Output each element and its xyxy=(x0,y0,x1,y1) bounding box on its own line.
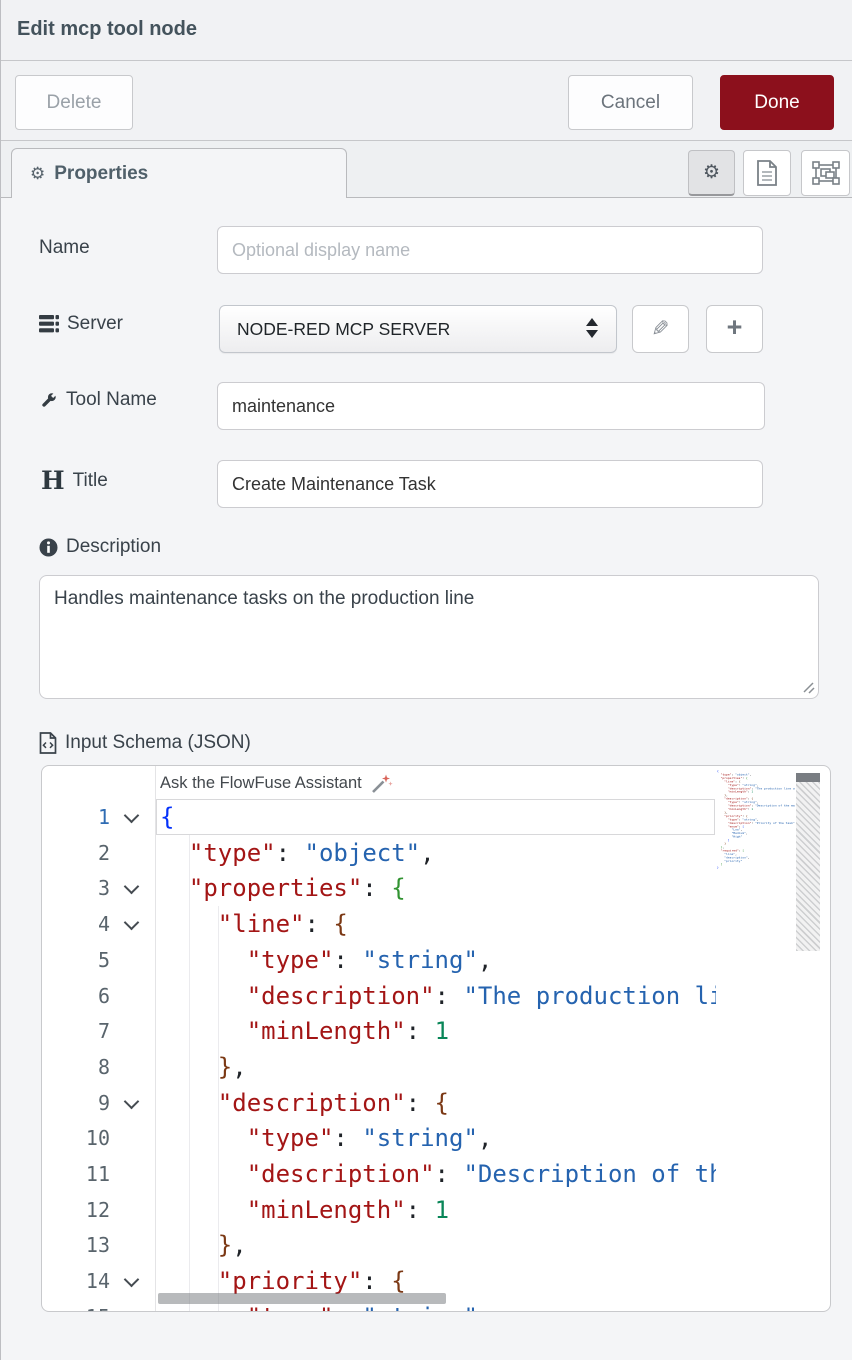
editor-line[interactable]: 3 "properties": { xyxy=(42,870,830,906)
code-text: "line": { xyxy=(160,908,716,940)
line-number: 8 xyxy=(42,1055,110,1079)
overview-ruler-marker xyxy=(796,773,820,782)
code-text: { xyxy=(160,801,716,833)
delete-button[interactable]: Delete xyxy=(15,75,133,130)
server-label: Server xyxy=(39,313,123,335)
code-text: "minLength": 1 xyxy=(160,1015,716,1047)
editor-line[interactable]: 7 "minLength": 1 xyxy=(42,1013,830,1049)
schema-code-editor[interactable]: Ask the FlowFuse Assistant 1 { 2 "type":… xyxy=(41,765,831,1312)
code-text: }, xyxy=(160,1051,716,1083)
editor-horizontal-scrollbar[interactable] xyxy=(158,1293,446,1304)
fold-chevron-icon[interactable] xyxy=(124,808,140,824)
description-textarea[interactable]: Handles maintenance tasks on the product… xyxy=(39,575,819,699)
code-text: "description": { xyxy=(160,1087,716,1119)
line-number: 1 xyxy=(42,805,110,829)
code-text: "type": "string", xyxy=(160,944,716,976)
editor-line[interactable]: 5 "type": "string", xyxy=(42,942,830,978)
line-number: 11 xyxy=(42,1162,110,1186)
code-text: "properties": { xyxy=(160,872,716,904)
line-number: 6 xyxy=(42,984,110,1008)
edit-node-dialog: Edit mcp tool node Delete Cancel Done ⚙ … xyxy=(0,0,852,1360)
heading-h-icon: H xyxy=(41,466,65,495)
editor-line[interactable]: 9 "description": { xyxy=(42,1085,830,1121)
title-label: H Title xyxy=(41,466,108,495)
dialog-header: Edit mcp tool node xyxy=(1,0,852,61)
appearance-icon-button[interactable] xyxy=(801,150,850,196)
document-icon xyxy=(756,160,778,186)
plus-icon: + xyxy=(727,312,743,343)
edit-server-button[interactable]: ✎ xyxy=(632,305,689,353)
editor-line[interactable]: 2 "type": "object", xyxy=(42,835,830,871)
line-number: 12 xyxy=(42,1198,110,1222)
pencil-icon: ✎ xyxy=(651,316,669,342)
properties-panel: Name Server NODE-RED MCP SERVER ✎ + xyxy=(1,198,852,1360)
description-icon-button[interactable] xyxy=(743,150,791,196)
line-number: 9 xyxy=(42,1091,110,1115)
name-input[interactable] xyxy=(217,226,763,274)
editor-line[interactable]: 1 { xyxy=(42,799,830,835)
line-number: 7 xyxy=(42,1019,110,1043)
line-number: 13 xyxy=(42,1233,110,1257)
select-arrows-icon xyxy=(586,318,598,338)
cancel-button[interactable]: Cancel xyxy=(568,75,693,130)
line-number: 15 xyxy=(42,1305,110,1312)
minimap-content: { "type": "object", "properties": { "lin… xyxy=(717,770,795,870)
code-text: "type": "string", xyxy=(160,1122,716,1154)
editor-line[interactable]: 10 "type": "string", xyxy=(42,1120,830,1156)
description-field-wrap: Handles maintenance tasks on the product… xyxy=(39,575,819,699)
server-select[interactable]: NODE-RED MCP SERVER xyxy=(219,305,617,353)
fold-chevron-icon[interactable] xyxy=(124,879,140,895)
line-number: 5 xyxy=(42,948,110,972)
editor-line[interactable]: 4 "line": { xyxy=(42,906,830,942)
node-appearance-icon xyxy=(812,161,840,185)
editor-line[interactable]: 11 "description": "Description of the ma… xyxy=(42,1156,830,1192)
input-schema-label: Input Schema (JSON) xyxy=(39,732,251,754)
code-text: "type": "object", xyxy=(160,837,716,869)
fold-chevron-icon[interactable] xyxy=(124,1272,140,1288)
resize-handle-icon[interactable] xyxy=(802,681,815,694)
line-number: 10 xyxy=(42,1126,110,1150)
title-input[interactable] xyxy=(217,460,763,508)
info-icon xyxy=(39,538,58,557)
code-text: "description": "The production line on w… xyxy=(160,980,716,1012)
minimap[interactable]: { "type": "object", "properties": { "lin… xyxy=(717,770,795,874)
tab-properties-label: Properties xyxy=(54,163,148,185)
editor-line[interactable]: 13 }, xyxy=(42,1227,830,1263)
done-button[interactable]: Done xyxy=(720,75,834,130)
editor-line[interactable]: 8 }, xyxy=(42,1049,830,1085)
description-label: Description xyxy=(39,536,161,558)
properties-icon-button[interactable]: ⚙ xyxy=(688,150,735,196)
code-text: "minLength": 1 xyxy=(160,1194,716,1226)
gear-icon: ⚙ xyxy=(30,164,45,184)
line-number: 14 xyxy=(42,1269,110,1293)
code-text: "description": "Description of the maint… xyxy=(160,1158,716,1190)
editor-line[interactable]: 6 "description": "The production line on… xyxy=(42,978,830,1014)
add-server-button[interactable]: + xyxy=(706,305,763,353)
wrench-icon xyxy=(39,391,58,410)
line-number: 4 xyxy=(42,912,110,936)
file-code-icon xyxy=(39,732,57,754)
dialog-toolbar: Delete Cancel Done xyxy=(1,61,852,141)
gear-icon: ⚙ xyxy=(703,161,720,184)
server-icon xyxy=(39,315,59,333)
editor-vertical-scrollbar[interactable] xyxy=(795,766,821,1311)
tab-properties[interactable]: ⚙ Properties xyxy=(11,148,347,198)
dialog-title: Edit mcp tool node xyxy=(17,18,197,41)
tab-bar: ⚙ Properties ⚙ xyxy=(1,141,852,198)
fold-chevron-icon[interactable] xyxy=(124,915,140,931)
name-label: Name xyxy=(39,237,90,259)
line-number: 2 xyxy=(42,841,110,865)
line-number: 3 xyxy=(42,876,110,900)
fold-chevron-icon[interactable] xyxy=(124,1093,140,1109)
code-text: }, xyxy=(160,1229,716,1261)
editor-lines: 1 { 2 "type": "object", 3 "properties": … xyxy=(42,766,830,1311)
server-selected-value: NODE-RED MCP SERVER xyxy=(237,319,450,340)
tool-name-label: Tool Name xyxy=(39,389,157,411)
tool-name-input[interactable] xyxy=(217,382,765,430)
editor-line[interactable]: 12 "minLength": 1 xyxy=(42,1192,830,1228)
vertical-scrollbar-thumb[interactable] xyxy=(796,773,820,951)
